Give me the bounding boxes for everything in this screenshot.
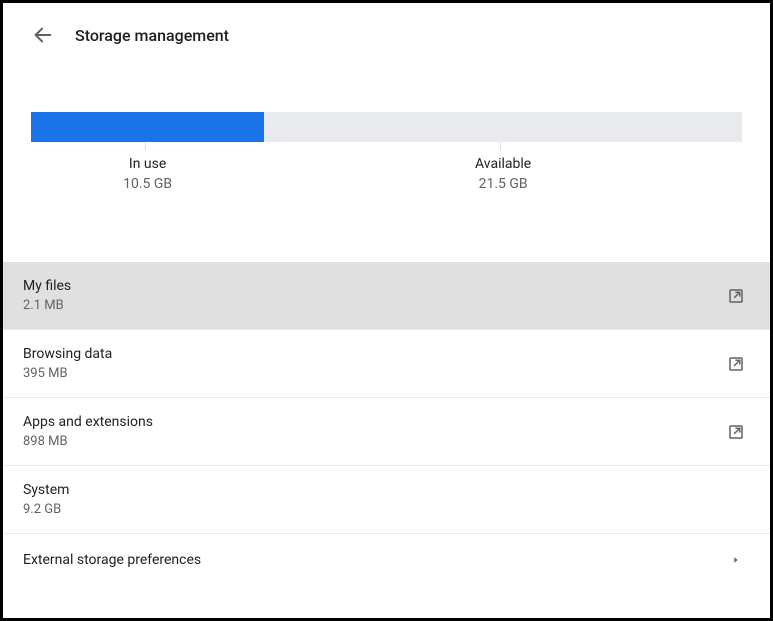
list-item-apps-extensions[interactable]: Apps and extensions 898 MB [3, 397, 770, 465]
external-link-icon [726, 286, 746, 306]
storage-bar-labels: In use 10.5 GB Available 21.5 GB [31, 156, 742, 192]
in-use-label: In use [31, 156, 264, 172]
item-text: Browsing data 395 MB [23, 346, 112, 381]
item-size: 395 MB [23, 366, 112, 381]
in-use-label-group: In use 10.5 GB [31, 156, 264, 192]
in-use-value: 10.5 GB [31, 176, 264, 192]
available-label: Available [264, 156, 742, 172]
tick [500, 142, 501, 150]
item-text: My files 2.1 MB [23, 278, 71, 313]
available-value: 21.5 GB [264, 176, 742, 192]
list-item-system[interactable]: System 9.2 GB [3, 465, 770, 533]
list-item-browsing-data[interactable]: Browsing data 395 MB [3, 329, 770, 397]
storage-bar-track [31, 112, 742, 142]
item-title: Browsing data [23, 346, 112, 362]
item-size: 898 MB [23, 434, 153, 449]
list-item-external-storage[interactable]: External storage preferences [3, 533, 770, 586]
item-size: 9.2 GB [23, 502, 69, 517]
item-title: External storage preferences [23, 552, 201, 568]
storage-list: My files 2.1 MB Browsing data 395 MB App [3, 262, 770, 586]
external-link-icon [726, 422, 746, 442]
available-label-group: Available 21.5 GB [264, 156, 742, 192]
item-title: My files [23, 278, 71, 294]
tick [145, 142, 146, 150]
item-text: External storage preferences [23, 552, 201, 568]
chevron-right-icon [726, 550, 746, 570]
list-item-my-files[interactable]: My files 2.1 MB [3, 262, 770, 329]
arrow-left-icon [32, 24, 54, 46]
item-size: 2.1 MB [23, 298, 71, 313]
item-text: System 9.2 GB [23, 482, 69, 517]
back-button[interactable] [31, 23, 55, 47]
external-link-icon [726, 354, 746, 374]
item-title: Apps and extensions [23, 414, 153, 430]
header: Storage management [3, 3, 770, 57]
storage-bar-fill [31, 112, 264, 142]
item-text: Apps and extensions 898 MB [23, 414, 153, 449]
item-title: System [23, 482, 69, 498]
storage-summary: In use 10.5 GB Available 21.5 GB [3, 57, 770, 262]
page-title: Storage management [75, 26, 229, 45]
